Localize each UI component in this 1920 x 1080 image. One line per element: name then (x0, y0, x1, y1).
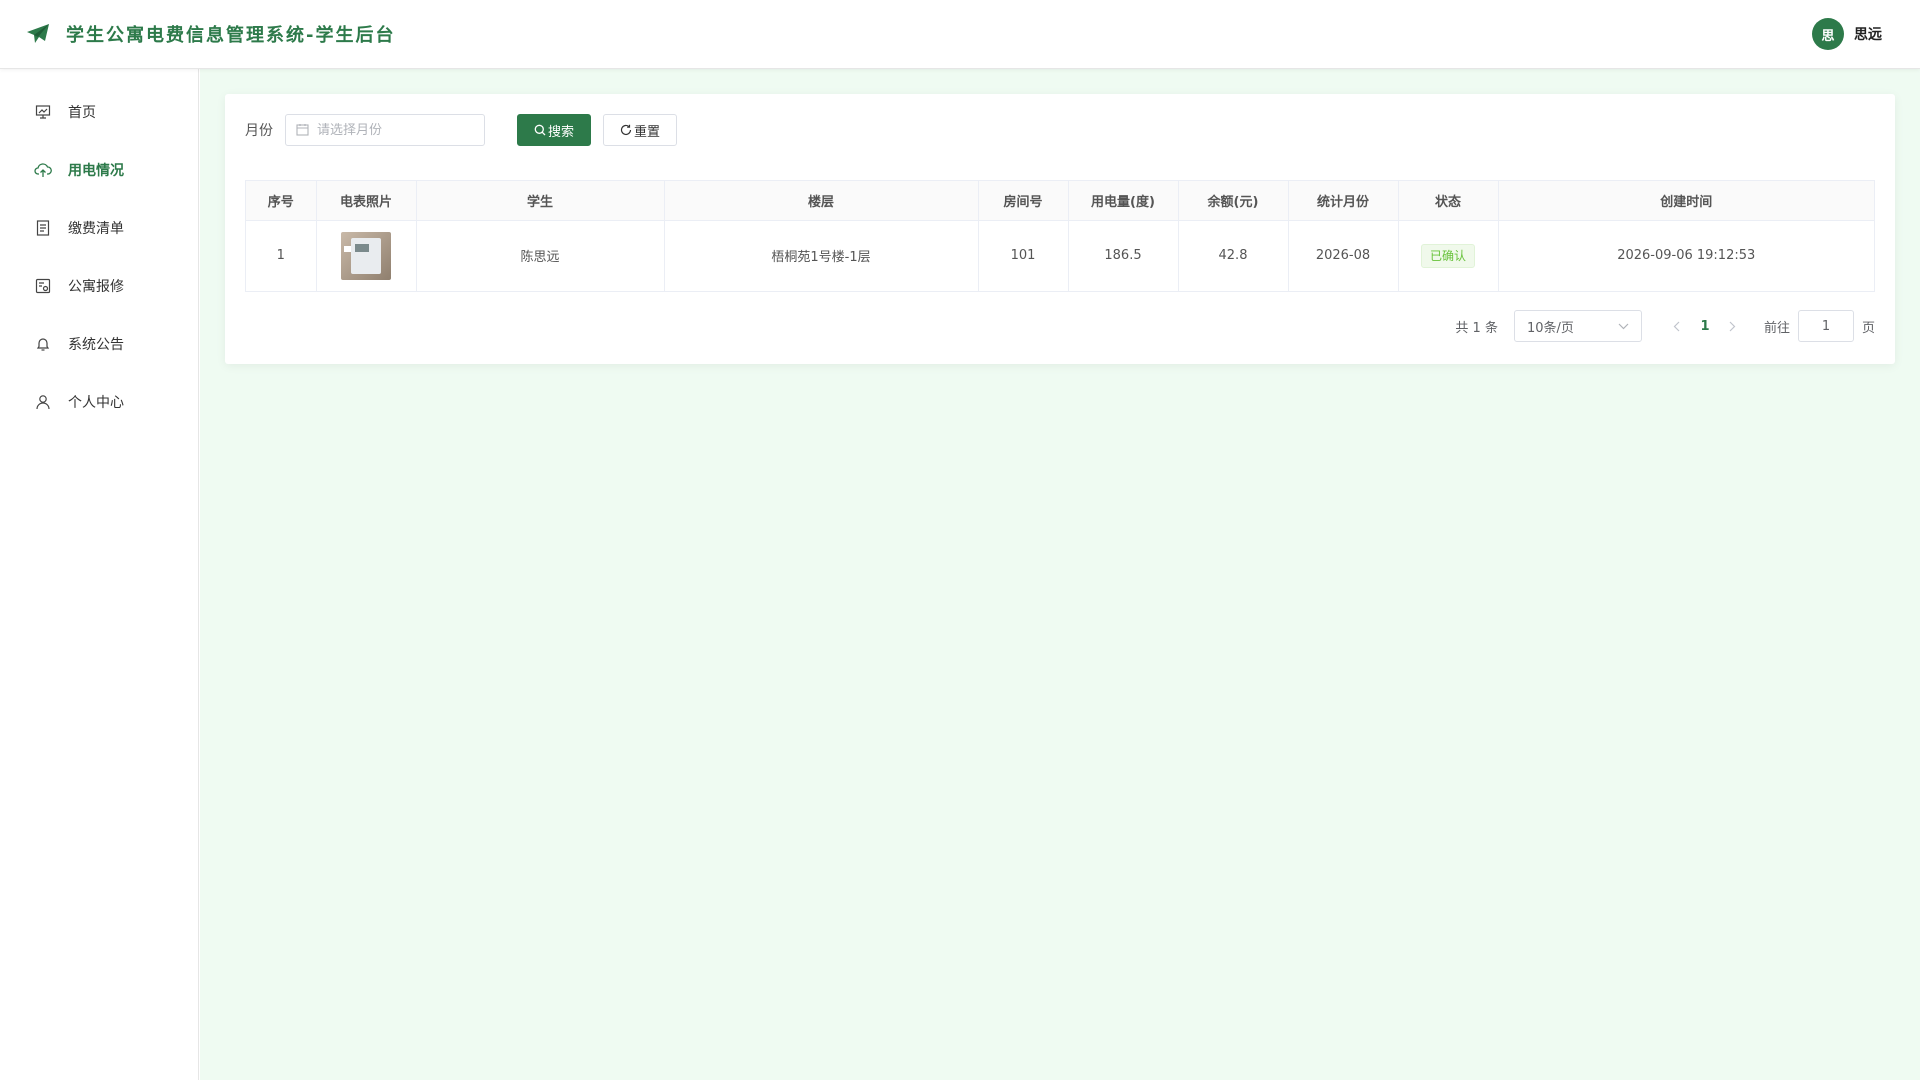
column-header: 状态 (1398, 181, 1499, 221)
cell-balance: 42.8 (1178, 220, 1289, 291)
search-button[interactable]: 搜索 (517, 114, 591, 146)
cell-created: 2026-09-06 19:12:53 (1617, 248, 1756, 264)
month-picker[interactable] (285, 114, 485, 146)
month-label: 月份 (245, 123, 273, 139)
app-title: 学生公寓电费信息管理系统-学生后台 (66, 25, 396, 46)
cell-photo (316, 220, 417, 291)
user-icon (34, 393, 52, 411)
cell-room: 101 (978, 220, 1069, 291)
cell-month: 2026-08 (1288, 220, 1399, 291)
sidebar-item-label: 缴费清单 (68, 221, 124, 237)
cell-status: 已确认 (1398, 220, 1499, 291)
reset-button[interactable]: 重置 (603, 114, 677, 146)
sidebar-item-bills[interactable]: 缴费清单 (0, 199, 198, 257)
user-name[interactable]: 思远 (1854, 24, 1882, 44)
column-header: 创建时间 (1498, 181, 1874, 221)
sidebar-item-label: 首页 (68, 105, 96, 121)
sidebar-item-label: 公寓报修 (68, 279, 124, 295)
sidebar: 首页 用电情况 缴费清单 公寓报修 系统公告 个人中心 (0, 69, 199, 1080)
page-size-value: 10条/页 (1526, 320, 1574, 336)
sidebar-item-home[interactable]: 首页 (0, 83, 198, 141)
total-count: 共 1 条 (1455, 320, 1498, 336)
sidebar-item-label: 系统公告 (68, 337, 124, 353)
page-number-1[interactable]: 1 (1690, 319, 1720, 334)
sidebar-item-label: 用电情况 (68, 163, 124, 179)
bell-icon (34, 335, 52, 353)
meter-photo[interactable] (341, 231, 391, 280)
page-unit-label: 页 (1861, 320, 1875, 336)
cell-usage: 186.5 (1068, 220, 1179, 291)
chevron-right-icon (1730, 321, 1736, 331)
chevron-left-icon (1674, 321, 1680, 331)
usage-table: 序号 电表照片 学生 楼层 房间号 用电量(度) 余额(元) 统计月份 状态 创… (245, 180, 1875, 292)
status-badge: 已确认 (1420, 243, 1475, 268)
reset-button-label: 重置 (633, 124, 660, 140)
sidebar-item-label: 个人中心 (68, 395, 124, 411)
sidebar-item-repair[interactable]: 公寓报修 (0, 257, 198, 315)
column-header: 电表照片 (316, 181, 417, 221)
presentation-icon (34, 103, 52, 121)
paper-plane-icon (24, 20, 52, 48)
cell-student: 陈思远 (416, 220, 665, 291)
chevron-down-icon (1618, 319, 1629, 334)
calendar-icon (296, 121, 309, 140)
column-header: 余额(元) (1178, 181, 1289, 221)
top-header: 学生公寓电费信息管理系统-学生后台 思 思远 (0, 0, 1920, 69)
repair-icon (34, 277, 52, 295)
sidebar-item-usage[interactable]: 用电情况 (0, 141, 198, 199)
sidebar-menu: 首页 用电情况 缴费清单 公寓报修 系统公告 个人中心 (0, 69, 198, 431)
goto-label: 前往 (1763, 320, 1790, 336)
sidebar-item-notice[interactable]: 系统公告 (0, 315, 198, 373)
column-header: 序号 (246, 181, 317, 221)
table-header-row: 序号 电表照片 学生 楼层 房间号 用电量(度) 余额(元) 统计月份 状态 创… (246, 181, 1874, 221)
avatar[interactable]: 思 (1812, 18, 1844, 50)
cloud-icon (34, 161, 52, 179)
search-bar: 月份 搜索 重置 (245, 114, 677, 146)
search-button-label: 搜索 (547, 124, 574, 140)
search-icon (534, 124, 546, 136)
next-page-button[interactable] (1720, 321, 1746, 332)
pagination: 共 1 条 10条/页 1 前往 页 (1455, 310, 1875, 342)
table-row: 1 陈思远 梧桐苑1号楼-1层 101 186.5 42.8 2026-08 已… (246, 220, 1874, 291)
column-header: 用电量(度) (1068, 181, 1179, 221)
page-size-select[interactable]: 10条/页 (1513, 310, 1642, 342)
column-header: 学生 (416, 181, 665, 221)
month-input[interactable] (317, 122, 467, 138)
column-header: 房间号 (978, 181, 1069, 221)
goto-page-input[interactable] (1797, 310, 1854, 342)
user-menu[interactable]: 思 思远 (1812, 18, 1882, 50)
main-content: 月份 搜索 重置 (200, 69, 1920, 1080)
prev-page-button[interactable] (1664, 321, 1690, 332)
column-header: 楼层 (664, 181, 979, 221)
cell-index: 1 (246, 220, 317, 291)
content-card: 月份 搜索 重置 (225, 94, 1895, 364)
sidebar-item-profile[interactable]: 个人中心 (0, 373, 198, 431)
cell-floor: 梧桐苑1号楼-1层 (664, 220, 979, 291)
column-header: 统计月份 (1288, 181, 1399, 221)
document-icon (34, 219, 52, 237)
refresh-icon (620, 124, 632, 136)
